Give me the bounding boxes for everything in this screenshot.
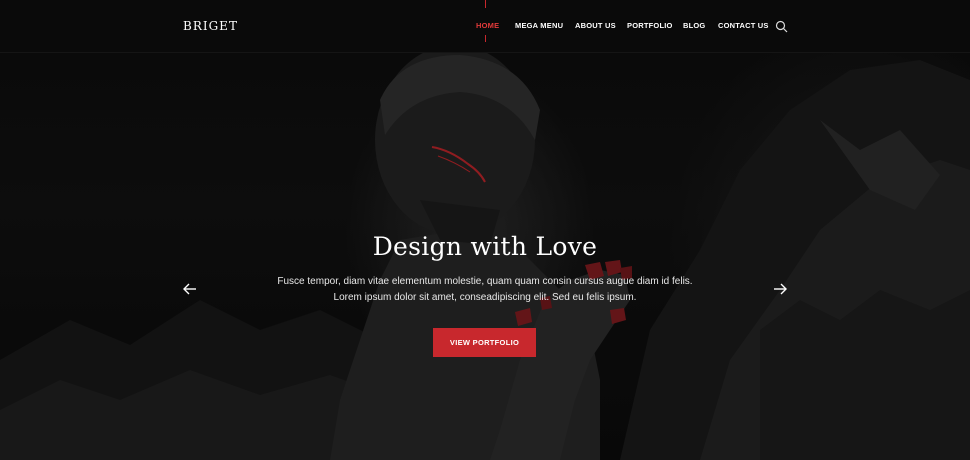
nav-item-blog[interactable]: BLOG <box>683 21 705 30</box>
hero-text-line-1: Fusce tempor, diam vitae elementum moles… <box>277 276 693 287</box>
nav-item-contact-us[interactable]: CONTACT US <box>718 21 769 30</box>
active-indicator-top <box>485 0 486 8</box>
nav-item-mega-menu[interactable]: MEGA MENU <box>515 21 563 30</box>
hero-title: Design with Love <box>372 232 598 261</box>
view-portfolio-button[interactable]: VIEW PORTFOLIO <box>433 328 536 357</box>
active-indicator-bottom <box>485 35 486 42</box>
nav-item-portfolio[interactable]: PORTFOLIO <box>627 21 673 30</box>
nav-item-about-us[interactable]: ABOUT US <box>575 21 616 30</box>
top-navigation-bar: BRIGET HOME MEGA MENU ABOUT US PORTFOLIO… <box>0 0 970 53</box>
brand-logo[interactable]: BRIGET <box>183 19 238 33</box>
hero-background-image <box>0 0 970 460</box>
hero-slider: BRIGET HOME MEGA MENU ABOUT US PORTFOLIO… <box>0 0 970 460</box>
nav-item-home[interactable]: HOME <box>476 21 499 30</box>
search-icon[interactable] <box>775 20 788 33</box>
hero-text-line-2: Lorem ipsum dolor sit amet, conseadipisc… <box>333 292 637 303</box>
